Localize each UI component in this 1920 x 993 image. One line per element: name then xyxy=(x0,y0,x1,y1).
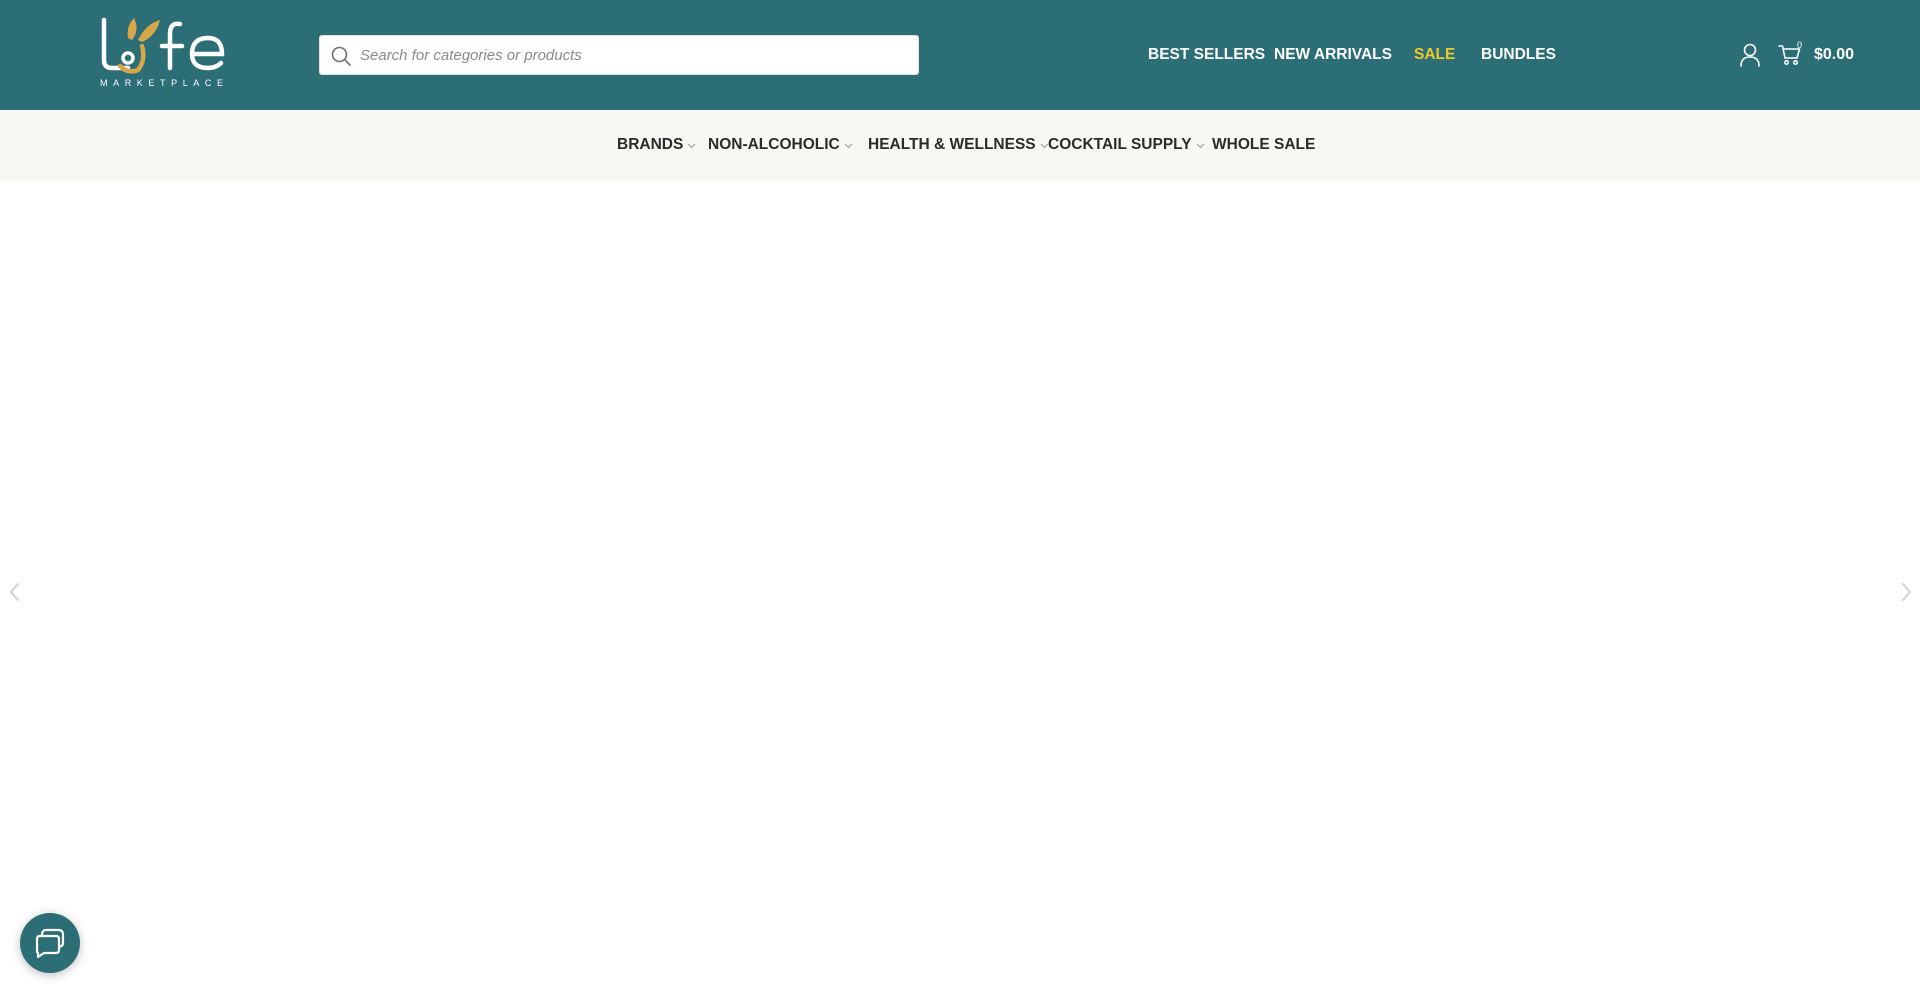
site-header: MARKETPLACE BEST SELLERS NEW ARRIVALS SA… xyxy=(0,0,1920,110)
search-bar[interactable] xyxy=(319,35,919,75)
hero-slider xyxy=(0,180,1920,993)
category-label: NON-ALCOHOLIC xyxy=(708,136,840,153)
chevron-left-icon[interactable] xyxy=(7,581,21,603)
logo-subtitle: MARKETPLACE xyxy=(100,78,229,88)
category-health-wellness[interactable]: HEALTH & WELLNESS xyxy=(868,135,1049,155)
category-cocktail-supply[interactable]: COCKTAIL SUPPLY xyxy=(1048,135,1205,155)
search-input[interactable] xyxy=(360,36,910,74)
chevron-down-icon xyxy=(687,143,696,148)
cart-total[interactable]: $0.00 xyxy=(1814,45,1854,65)
nav-bundles[interactable]: BUNDLES xyxy=(1481,45,1556,65)
chevron-down-icon xyxy=(844,143,853,148)
category-non-alcoholic[interactable]: NON-ALCOHOLIC xyxy=(708,135,853,155)
chevron-right-icon[interactable] xyxy=(1900,581,1914,603)
cart-count-badge: 0 xyxy=(1797,40,1803,50)
category-nav: BRANDS NON-ALCOHOLIC HEALTH & WELLNESS C… xyxy=(0,110,1920,180)
category-brands[interactable]: BRANDS xyxy=(617,135,696,155)
nav-new-arrivals[interactable]: NEW ARRIVALS xyxy=(1274,45,1392,65)
category-label: BRANDS xyxy=(617,136,684,153)
search-icon[interactable] xyxy=(330,45,352,67)
chat-widget-button[interactable] xyxy=(20,913,80,973)
category-label: WHOLE SALE xyxy=(1212,136,1316,153)
user-icon[interactable] xyxy=(1739,43,1761,67)
chat-bubble-icon xyxy=(35,928,65,959)
category-label: HEALTH & WELLNESS xyxy=(868,136,1036,153)
chevron-down-icon xyxy=(1196,143,1204,148)
nav-best-sellers[interactable]: BEST SELLERS xyxy=(1148,45,1265,65)
nav-sale[interactable]: SALE xyxy=(1414,45,1455,65)
category-whole-sale[interactable]: WHOLE SALE xyxy=(1212,135,1315,155)
life-logo-graphic xyxy=(101,17,225,74)
site-logo[interactable]: MARKETPLACE xyxy=(98,16,228,90)
category-label: COCKTAIL SUPPLY xyxy=(1048,136,1192,153)
